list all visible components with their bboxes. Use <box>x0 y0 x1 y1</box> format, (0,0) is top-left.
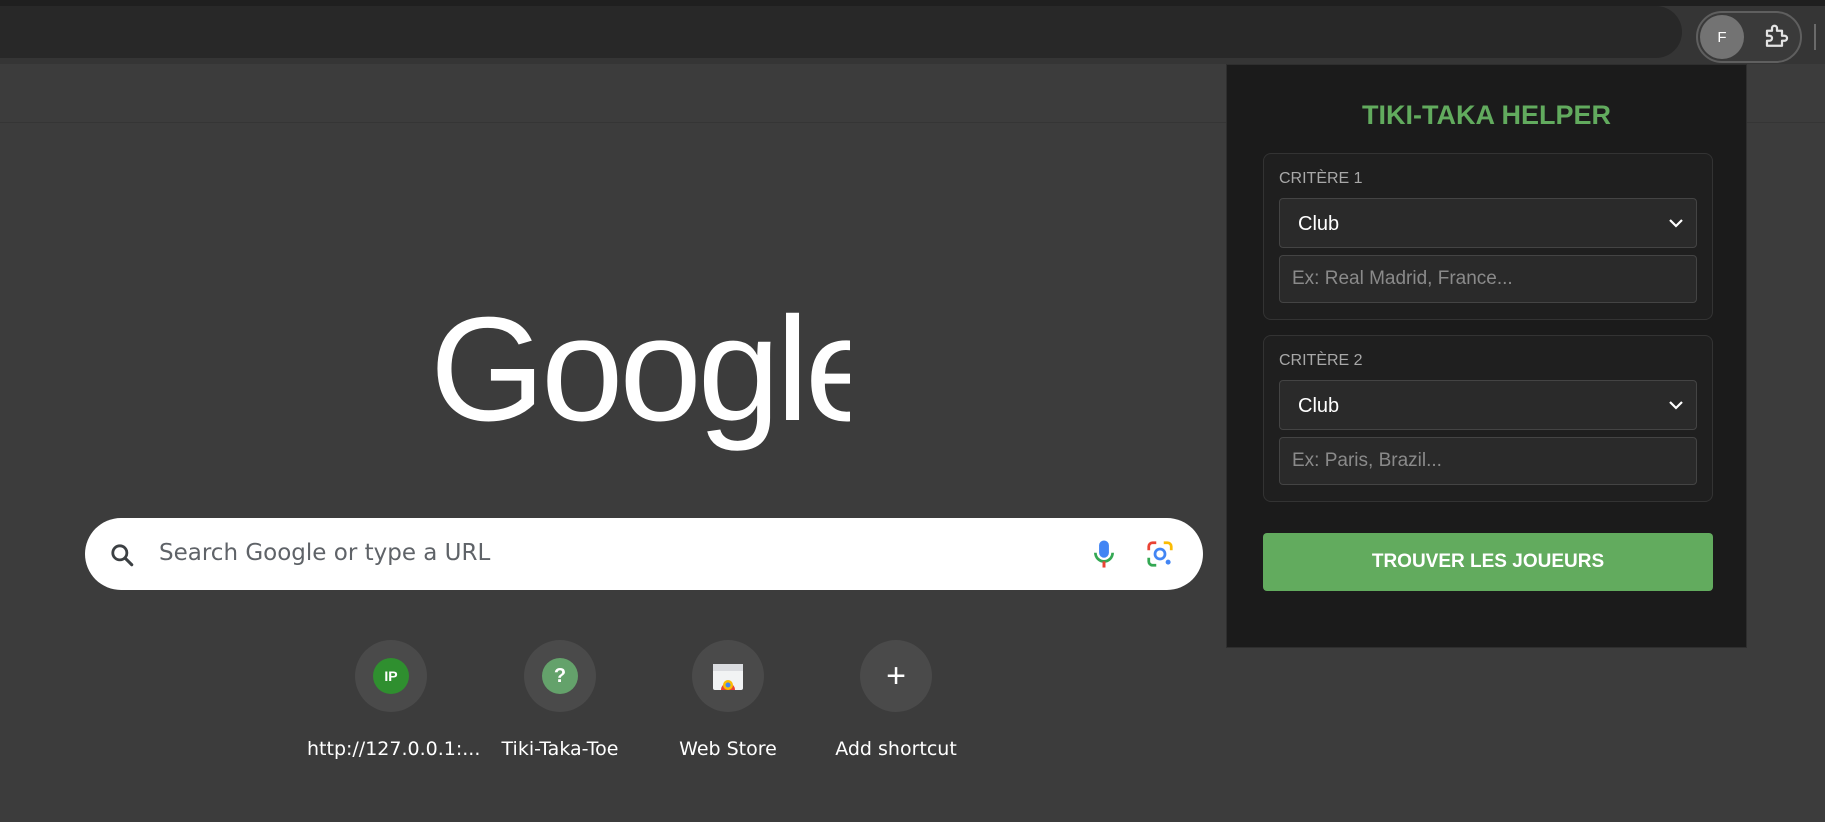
chevron-down-icon <box>1669 219 1683 228</box>
google-lens-icon[interactable] <box>1145 539 1175 569</box>
shortcut-label: Add shortcut <box>835 738 957 760</box>
ip-site-icon: IP <box>373 658 409 694</box>
find-players-button[interactable]: TROUVER LES JOUEURS <box>1263 533 1713 591</box>
shortcut-add[interactable]: + Add shortcut <box>812 640 980 770</box>
microphone-icon[interactable] <box>1089 538 1119 570</box>
extensions-puzzle-icon[interactable] <box>1762 22 1792 52</box>
profile-avatar[interactable]: F <box>1700 15 1744 59</box>
criterion-1-card: CRITÈRE 1 Club <box>1263 153 1713 320</box>
criterion-2-type-select[interactable]: Club <box>1279 380 1697 430</box>
criterion-2-label: CRITÈRE 2 <box>1279 352 1363 369</box>
shortcut-tile[interactable]: + <box>860 640 932 712</box>
popup-title: TIKI-TAKA HELPER <box>1362 100 1611 130</box>
shortcut-localhost[interactable]: IP http://127.0.0.1:... <box>307 640 481 770</box>
shortcut-tile[interactable]: ? <box>524 640 596 712</box>
svg-text:Google: Google <box>430 300 850 452</box>
criterion-2-card: CRITÈRE 2 Club <box>1263 335 1713 502</box>
shortcut-tiki-taka-toe[interactable]: ? Tiki-Taka-Toe <box>476 640 644 770</box>
search-box[interactable]: Search Google or type a URL <box>85 518 1203 590</box>
toolbar-divider <box>1814 24 1816 50</box>
shortcut-tile[interactable] <box>692 640 764 712</box>
address-bar[interactable] <box>0 6 1682 58</box>
web-store-icon <box>713 664 743 690</box>
search-icon <box>111 544 134 567</box>
select-value: Club <box>1298 213 1340 235</box>
shortcut-label: http://127.0.0.1:... <box>307 738 481 760</box>
question-site-icon: ? <box>542 658 578 694</box>
google-logo: Google <box>430 300 850 452</box>
shortcut-tile[interactable]: IP <box>355 640 427 712</box>
criterion-2-value-input[interactable] <box>1279 437 1697 485</box>
shortcut-web-store[interactable]: Web Store <box>644 640 812 770</box>
plus-icon: + <box>886 657 906 695</box>
chevron-down-icon <box>1669 401 1683 410</box>
tiki-taka-helper-popup: TIKI-TAKA HELPER CRITÈRE 1 Club CRITÈRE … <box>1226 64 1747 648</box>
shortcut-label: Tiki-Taka-Toe <box>501 738 619 760</box>
search-input[interactable]: Search Google or type a URL <box>159 540 490 566</box>
criterion-1-value-input[interactable] <box>1279 255 1697 303</box>
shortcut-label: Web Store <box>679 738 777 760</box>
criterion-1-label: CRITÈRE 1 <box>1279 170 1363 187</box>
select-value: Club <box>1298 395 1340 417</box>
criterion-1-type-select[interactable]: Club <box>1279 198 1697 248</box>
